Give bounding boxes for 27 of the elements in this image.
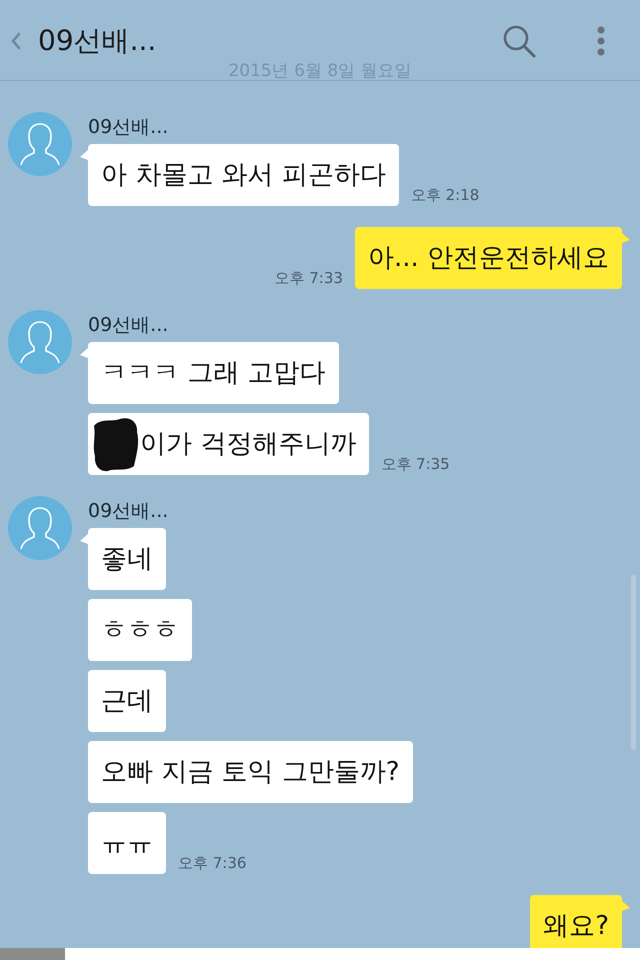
message-text: 좋네 — [101, 543, 153, 576]
message-text: 아... 안전운전하세요 — [368, 242, 609, 275]
message-text: ㅎㅎㅎ — [101, 614, 179, 647]
message-text: 근데 — [101, 685, 153, 718]
chat-title: 09선배... — [38, 23, 156, 59]
message-text: 왜요? — [543, 910, 609, 943]
message-text: ㅠㅠ — [101, 827, 153, 860]
sender-name: 09선배... — [88, 500, 168, 522]
avatar-icon[interactable] — [8, 112, 72, 176]
message-time: 오후 7:36 — [178, 854, 246, 872]
message-text: 오빠 지금 토익 그만둘까? — [101, 756, 400, 789]
message-input-field[interactable] — [65, 948, 640, 960]
menu-icon[interactable] — [597, 26, 605, 56]
message-text: 이가 걱정해주니까 — [140, 428, 356, 461]
avatar-icon[interactable] — [8, 310, 72, 374]
message-text: ㅋㅋㅋ 그래 고맙다 — [101, 357, 326, 390]
message-time: 오후 7:35 — [381, 455, 450, 473]
scrollbar-thumb[interactable] — [631, 575, 636, 750]
sender-name: 09선배... — [88, 116, 168, 138]
message-time: 오후 2:18 — [410, 186, 480, 204]
back-icon[interactable] — [10, 32, 22, 50]
message-text: 아 차몰고 와서 피곤하다 — [101, 159, 386, 192]
avatar-icon[interactable] — [8, 496, 72, 560]
sender-name: 09선배... — [88, 314, 168, 336]
bottom-panel — [0, 948, 65, 960]
search-icon[interactable] — [502, 24, 536, 58]
message-time: 오후 7:33 — [274, 269, 343, 287]
